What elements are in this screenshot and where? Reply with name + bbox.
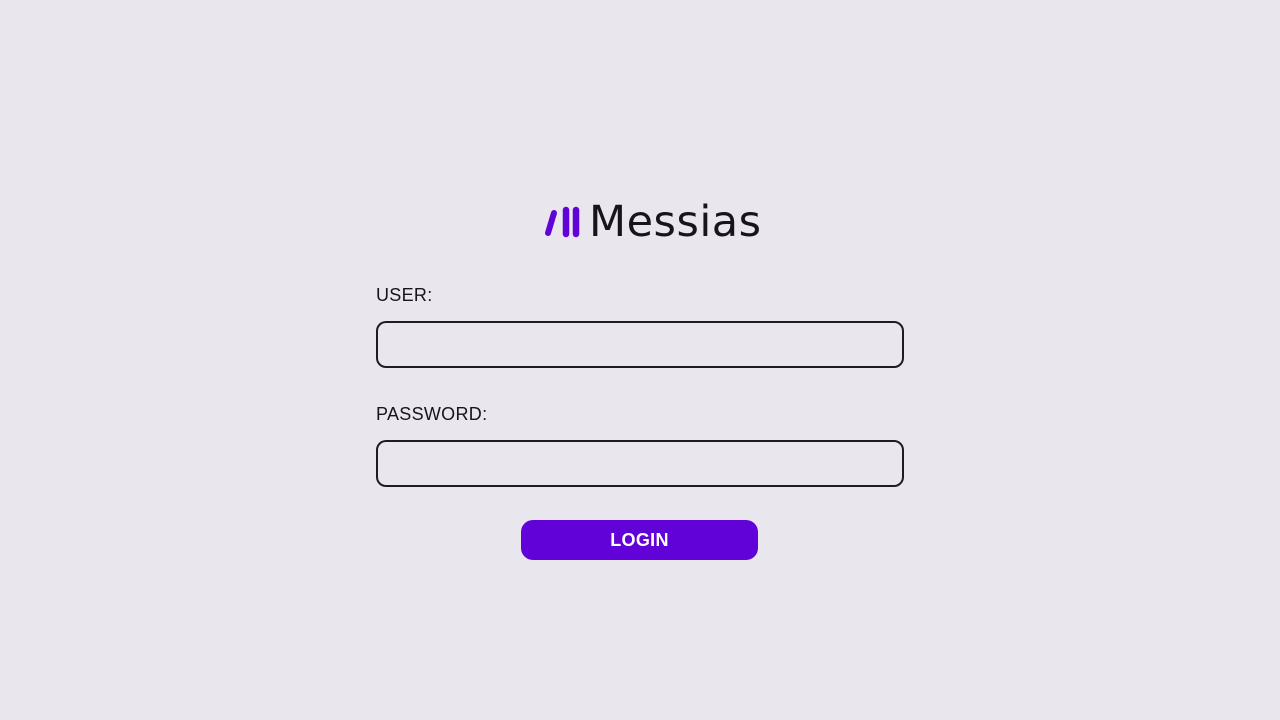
login-page: Messias USER: PASSWORD: LOGIN bbox=[0, 0, 1280, 720]
messias-logo-icon bbox=[545, 206, 580, 238]
login-button[interactable]: LOGIN bbox=[521, 520, 758, 560]
user-label: USER: bbox=[376, 285, 433, 305]
password-label: PASSWORD: bbox=[376, 404, 488, 424]
password-input[interactable] bbox=[376, 440, 904, 487]
user-input[interactable] bbox=[376, 321, 904, 368]
brand-header: Messias bbox=[543, 198, 762, 246]
login-form: USER: PASSWORD: bbox=[376, 284, 904, 487]
user-field-group: USER: bbox=[376, 284, 904, 368]
brand-name: Messias bbox=[589, 197, 762, 247]
password-field-group: PASSWORD: bbox=[376, 403, 904, 487]
